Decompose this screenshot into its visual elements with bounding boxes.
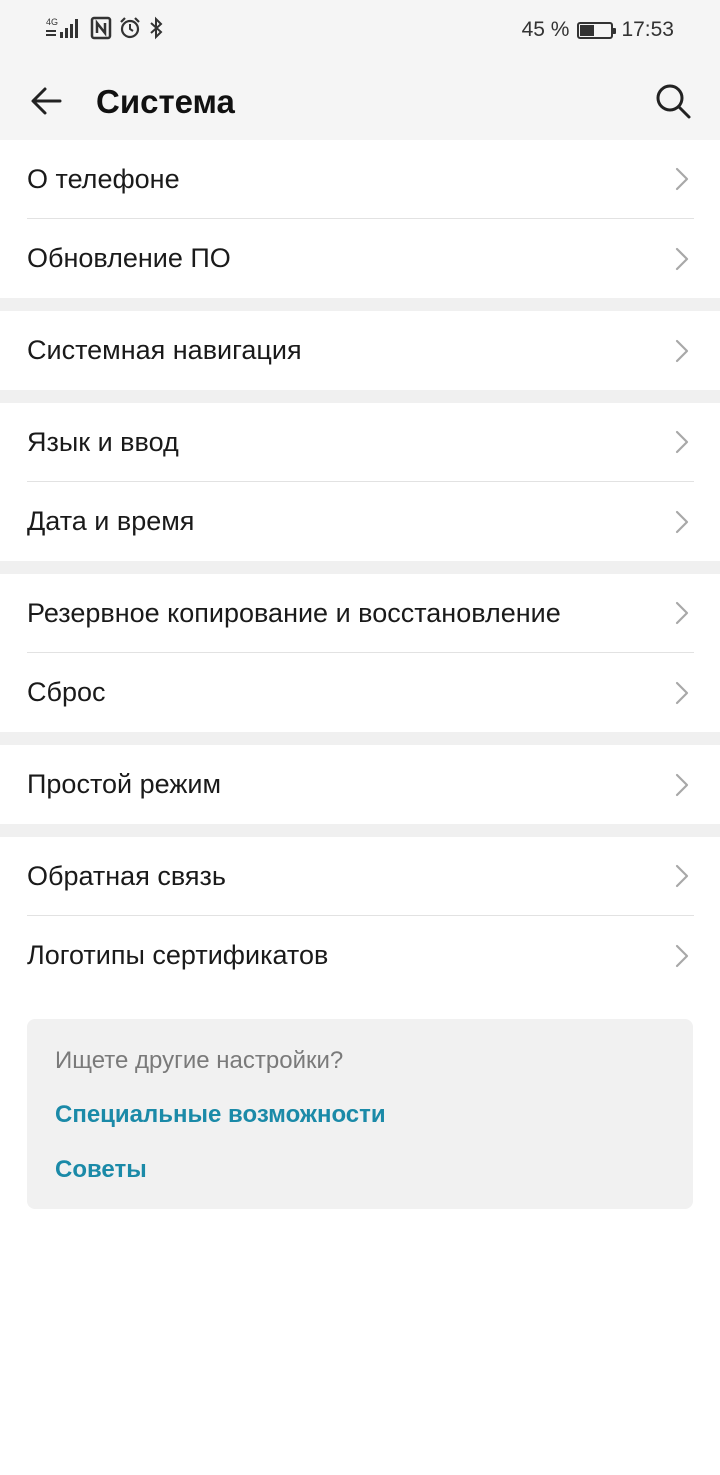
settings-item[interactable]: Резервное копирование и восстановление — [27, 574, 694, 653]
nfc-icon — [90, 16, 112, 45]
settings-group: Простой режим — [0, 745, 720, 824]
settings-group: Язык и ввод Дата и время — [0, 403, 720, 561]
chevron-right-icon — [674, 509, 690, 535]
settings-item-label: Системная навигация — [27, 335, 302, 365]
settings-item-label: Обновление ПО — [27, 243, 231, 273]
settings-item-label: Резервное копирование и восстановление — [27, 597, 561, 628]
network-type-label: 4G — [46, 17, 58, 27]
chevron-right-icon — [674, 863, 690, 889]
chevron-right-icon — [674, 166, 690, 192]
group-divider — [0, 298, 720, 311]
settings-item[interactable]: Простой режим — [27, 745, 694, 824]
settings-list: О телефоне Обновление ПО Системная навигац… — [0, 140, 720, 995]
page-title: Система — [96, 83, 235, 120]
settings-group: Системная навигация — [0, 311, 720, 390]
chevron-right-icon — [674, 943, 690, 969]
chevron-right-icon — [674, 338, 690, 364]
chevron-right-icon — [674, 600, 690, 626]
arrow-left-icon — [31, 87, 62, 115]
app-bar: Система — [0, 62, 720, 140]
settings-group: Резервное копирование и восстановление Сб… — [0, 574, 720, 732]
alarm-icon — [118, 16, 142, 45]
settings-item[interactable]: О телефоне — [27, 140, 694, 219]
chevron-right-icon — [674, 429, 690, 455]
more-settings-hint: Ищете другие настройки? — [55, 1047, 344, 1074]
settings-item[interactable]: Язык и ввод — [27, 403, 694, 482]
settings-item[interactable]: Обратная связь — [27, 837, 694, 916]
search-button[interactable] — [652, 80, 694, 122]
group-divider — [0, 561, 720, 574]
settings-item[interactable]: Обновление ПО — [27, 219, 694, 298]
search-icon — [656, 84, 691, 119]
clock: 17:53 — [621, 18, 674, 41]
settings-item[interactable]: Логотипы сертификатов — [27, 916, 694, 995]
settings-item[interactable]: Дата и время — [27, 482, 694, 561]
more-settings-card: Ищете другие настройки? Специальные возм… — [27, 1019, 693, 1209]
back-button[interactable] — [26, 80, 68, 122]
settings-item-label: Обратная связь — [27, 860, 226, 891]
group-divider — [0, 824, 720, 837]
bluetooth-icon — [148, 16, 164, 45]
battery-percent: 45 % — [521, 18, 570, 41]
status-icons-left: 4G — [46, 14, 164, 46]
chevron-right-icon — [674, 772, 690, 798]
group-divider — [0, 390, 720, 403]
battery-level — [580, 24, 595, 36]
settings-item-label: Язык и ввод — [27, 426, 179, 457]
settings-item-label: Дата и время — [27, 506, 195, 536]
settings-group: Обратная связь Логотипы сертификатов — [0, 837, 720, 995]
settings-item[interactable]: Сброс — [27, 653, 694, 732]
settings-item-label: Сброс — [27, 677, 106, 707]
status-bar: 4G 45 % 17:53 — [0, 0, 720, 62]
status-icons-right: 45 % 17:53 — [522, 14, 674, 46]
settings-item-label: О телефоне — [27, 163, 180, 194]
settings-item[interactable]: Системная навигация — [27, 311, 694, 390]
chevron-right-icon — [674, 246, 690, 272]
settings-item-label: Логотипы сертификатов — [27, 940, 329, 970]
accessibility-link[interactable]: Специальные возможности — [55, 1101, 386, 1129]
group-divider — [0, 732, 720, 745]
chevron-right-icon — [674, 680, 690, 706]
signal-icon: 4G — [46, 16, 84, 45]
settings-group: О телефоне Обновление ПО — [0, 140, 720, 298]
tips-link[interactable]: Советы — [55, 1156, 147, 1184]
battery-icon — [577, 21, 617, 39]
settings-item-label: Простой режим — [27, 769, 222, 799]
